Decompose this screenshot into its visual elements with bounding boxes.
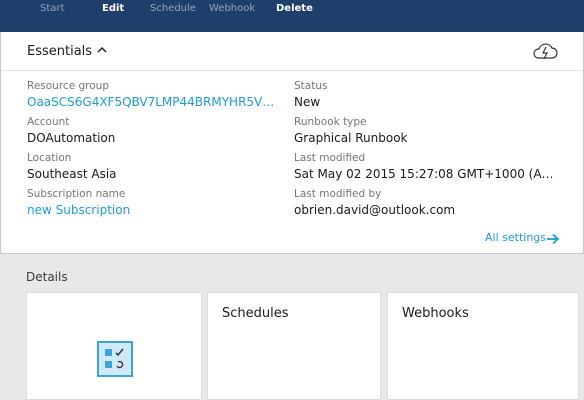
account-label: Account [27,116,70,128]
subscription-name-link[interactable]: new Subscription [27,203,283,217]
resource-group-link[interactable]: OaaSCS6G4XF5QBV7LMP44BRMYHR5VW6... [27,95,283,109]
last-modified-label: Last modified [294,152,366,164]
chevron-up-icon[interactable] [96,44,108,56]
last-modified-by-value: obrien.david@outlook.com [294,203,456,217]
location-value: Southeast Asia [27,167,117,181]
runbook-type-label: Runbook type [294,116,367,128]
subscription-name-label: Subscription name [27,188,126,200]
schedules-tile[interactable]: Schedules [207,292,381,400]
schedules-tile-title: Schedules [222,306,289,321]
start-button[interactable]: Start [40,3,64,14]
essentials-header[interactable]: Essentials [1,32,583,71]
resource-group-label: Resource group [27,80,109,92]
all-settings-link[interactable]: All settings [485,231,546,244]
arrow-right-icon[interactable] [546,233,560,245]
schedule-button[interactable]: Schedule [150,3,196,14]
account-value: DOAutomation [27,131,116,145]
essentials-title: Essentials [27,44,93,59]
details-heading: Details [26,270,68,284]
runbook-type-value: Graphical Runbook [294,131,408,145]
delete-button[interactable]: Delete [276,3,313,14]
status-label: Status [294,80,328,92]
last-modified-by-label: Last modified by [294,188,382,200]
status-value: New [294,95,321,109]
location-label: Location [27,152,72,164]
essentials-panel: Essentials Resource group OaaSCS6G4XF5QB… [0,32,584,254]
command-bar: Start Edit Schedule Webhook Delete [0,0,584,32]
runbook-tile[interactable] [26,292,202,400]
webhooks-tile-title: Webhooks [402,306,469,321]
webhooks-tile[interactable]: Webhooks [387,292,579,400]
last-modified-value: Sat May 02 2015 15:27:08 GMT+1000 (AES..… [294,167,554,181]
edit-button[interactable]: Edit [102,3,124,14]
runbook-checklist-icon [97,341,133,377]
webhook-button[interactable]: Webhook [209,3,255,14]
cloud-lightning-icon[interactable] [531,43,559,61]
